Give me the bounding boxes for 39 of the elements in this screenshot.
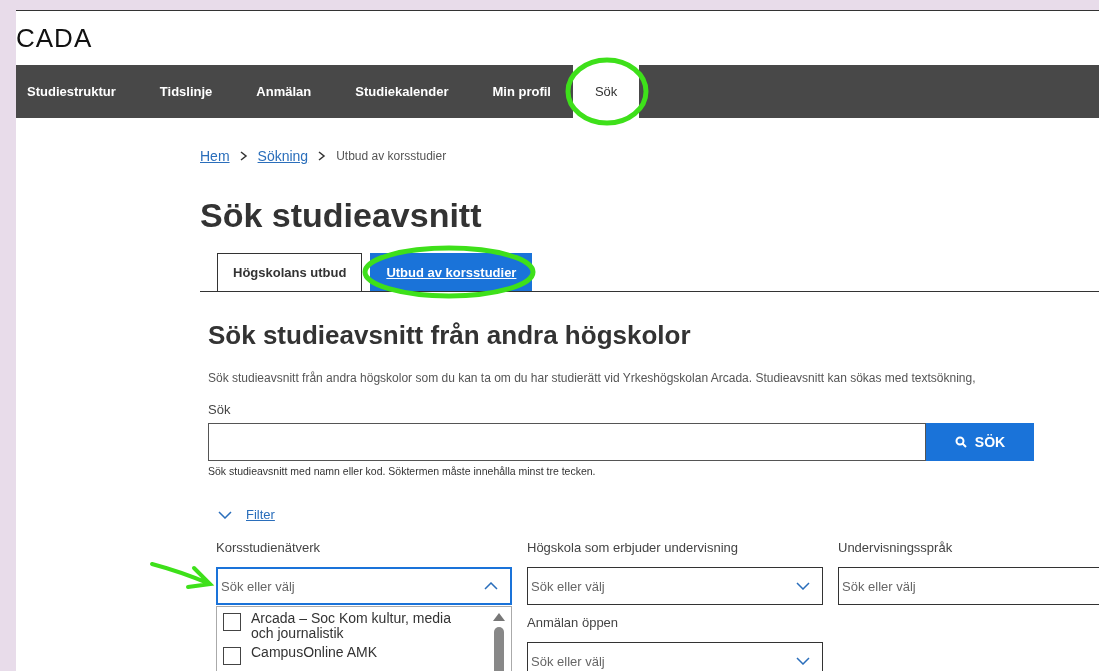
- select-field[interactable]: Sök eller välj: [527, 567, 823, 605]
- select-field[interactable]: Sök eller välj: [838, 567, 1099, 605]
- tab[interactable]: Högskolans utbud: [217, 253, 363, 291]
- chevron-down-icon: [796, 657, 810, 665]
- search-button[interactable]: SÖK: [926, 423, 1034, 461]
- logo[interactable]: CADA: [16, 22, 93, 54]
- annotation-arrow: [150, 562, 212, 589]
- chevron-right-icon: [239, 151, 248, 161]
- chevron-down-icon: [218, 510, 232, 519]
- option-label[interactable]: Arcada – Soc Kom kultur, media och journalistik: [251, 611, 466, 641]
- nav-item[interactable]: Studiekalender: [333, 65, 471, 118]
- field-label: Anmälan öppen: [527, 615, 620, 630]
- search-icon: [954, 436, 967, 448]
- section-heading: Sök studieavsnitt från andra högskolor: [208, 320, 692, 351]
- search-hint: Sök studieavsnitt med namn eller kod. Söktermen måste innehålla minst tre tecken.: [208, 465, 597, 477]
- checkbox[interactable]: [223, 647, 241, 665]
- scrollbar[interactable]: [493, 613, 505, 671]
- filter-toggle[interactable]: Filter: [218, 507, 1099, 522]
- checkbox[interactable]: [223, 613, 241, 631]
- nav-item[interactable]: Tidslinje: [137, 65, 235, 118]
- field-label: Högskola som erbjuder undervisning: [527, 540, 739, 555]
- intro-text: Sök studieavsnitt från andra högskolor som du kan ta om du har studierätt vid Yrkeshögskolan Arcada. Studieavsnitt kan sökas med textsökning,: [208, 371, 977, 385]
- field-label: Korsstudienätverk: [216, 540, 322, 555]
- chevron-right-icon: [318, 151, 327, 161]
- breadcrumb-link[interactable]: Hem: [200, 148, 230, 164]
- nav-item[interactable]: Studiestruktur: [16, 65, 138, 118]
- select-field[interactable]: Sök eller välj: [216, 567, 512, 605]
- option-label[interactable]: CampusOnline AMK: [251, 645, 466, 660]
- select-field[interactable]: Sök eller välj: [527, 642, 823, 671]
- page-title: Sök studieavsnitt: [200, 196, 483, 235]
- breadcrumb-current: Utbud av korsstudier: [336, 149, 447, 163]
- nav-item[interactable]: Anmälan: [234, 65, 334, 118]
- field-label: Sök: [208, 402, 232, 417]
- chevron-down-icon: [796, 582, 810, 590]
- chevron-up-icon: [484, 582, 498, 590]
- field-label: Undervisningsspråk: [838, 540, 954, 555]
- breadcrumb-link[interactable]: Sökning: [257, 148, 309, 164]
- nav-item[interactable]: Min profil: [470, 65, 573, 118]
- search-field[interactable]: [208, 423, 926, 461]
